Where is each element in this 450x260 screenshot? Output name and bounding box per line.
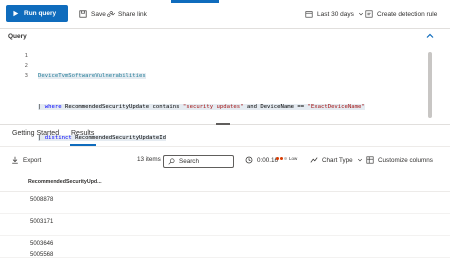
code-table-name: DeviceTvmSoftwareVulnerabilities [38,73,146,80]
line-chart-icon [310,157,318,163]
calendar-icon [305,11,313,18]
search-placeholder: Search [179,158,199,165]
time-range-button[interactable]: Last 30 days [305,10,364,18]
column-header-recommended-security-update[interactable]: RecommendedSecurityUpd... [28,179,102,185]
download-icon [12,156,18,164]
play-icon [13,10,19,17]
line-number: 1 [24,53,28,59]
line-number: 3 [24,73,28,80]
resource-usage-indicator: Low [276,156,297,161]
editor-scrollbar[interactable] [428,52,432,118]
elapsed-time: 0:00.16 [245,156,278,164]
columns-icon [366,156,374,164]
usage-dots [276,157,287,160]
code-string: "security updates" [179,104,247,110]
code-keyword-and: and [246,104,257,110]
chevron-down-icon [357,158,362,162]
create-detection-rule-button[interactable]: Create detection rule [365,10,437,18]
share-link-button[interactable]: Share link [106,10,147,18]
customize-columns-label: Customize columns [378,156,433,164]
time-range-label: Last 30 days [317,10,354,18]
table-row[interactable]: 5008878 [0,192,450,214]
line-number: 2 [24,63,28,70]
chart-type-label: Chart Type [322,156,353,164]
chevron-up-icon[interactable] [425,31,435,41]
item-count: 13 items [137,156,161,163]
code-keyword-contains: contains [152,104,180,110]
customize-columns-button[interactable]: Customize columns [366,156,433,164]
run-query-label: Run query [24,10,57,17]
create-rule-label: Create detection rule [377,10,438,18]
code-string: "ExactDeviceName" [304,104,365,110]
active-tab-indicator [171,0,219,3]
table-cell: 5005568 [30,252,54,258]
query-section-title: Query [8,33,27,40]
elapsed-label: 0:00.16 [257,156,279,164]
usage-label: Low [289,156,298,161]
chart-type-button[interactable]: Chart Type [310,156,363,164]
share-link-label: Share link [118,10,147,18]
tab-results[interactable]: Results [71,130,94,137]
export-label: Export [23,156,42,164]
tabs-divider [0,146,450,147]
chevron-down-icon [358,12,363,16]
tab-getting-started[interactable]: Getting Started [12,130,59,137]
search-icon [168,158,175,165]
item-count-label: 13 items [137,156,161,163]
code-keyword-where: where [44,104,62,110]
code-pipe: | [38,104,45,110]
rule-icon [365,10,373,18]
link-icon [107,11,113,17]
query-editor[interactable]: DeviceTvmSoftwareVulnerabilities | where… [38,51,365,153]
table-cell: 5003171 [30,219,54,225]
run-query-button[interactable]: Run query [6,5,68,22]
export-button[interactable]: Export [11,156,41,164]
code-field: DeviceName [256,104,298,110]
splitter-handle[interactable] [216,123,230,125]
save-label: Save [91,10,106,18]
table-row[interactable]: 5003171 [0,214,450,236]
clock-icon [245,156,253,164]
save-icon [79,10,87,18]
table-row[interactable]: 5005568 [0,246,450,260]
search-input[interactable]: Search [163,155,234,168]
line-numbers: 1 2 3 [14,51,28,82]
table-cell: 5008878 [30,197,54,203]
code-field: RecommendedSecurityUpdate [61,104,153,110]
